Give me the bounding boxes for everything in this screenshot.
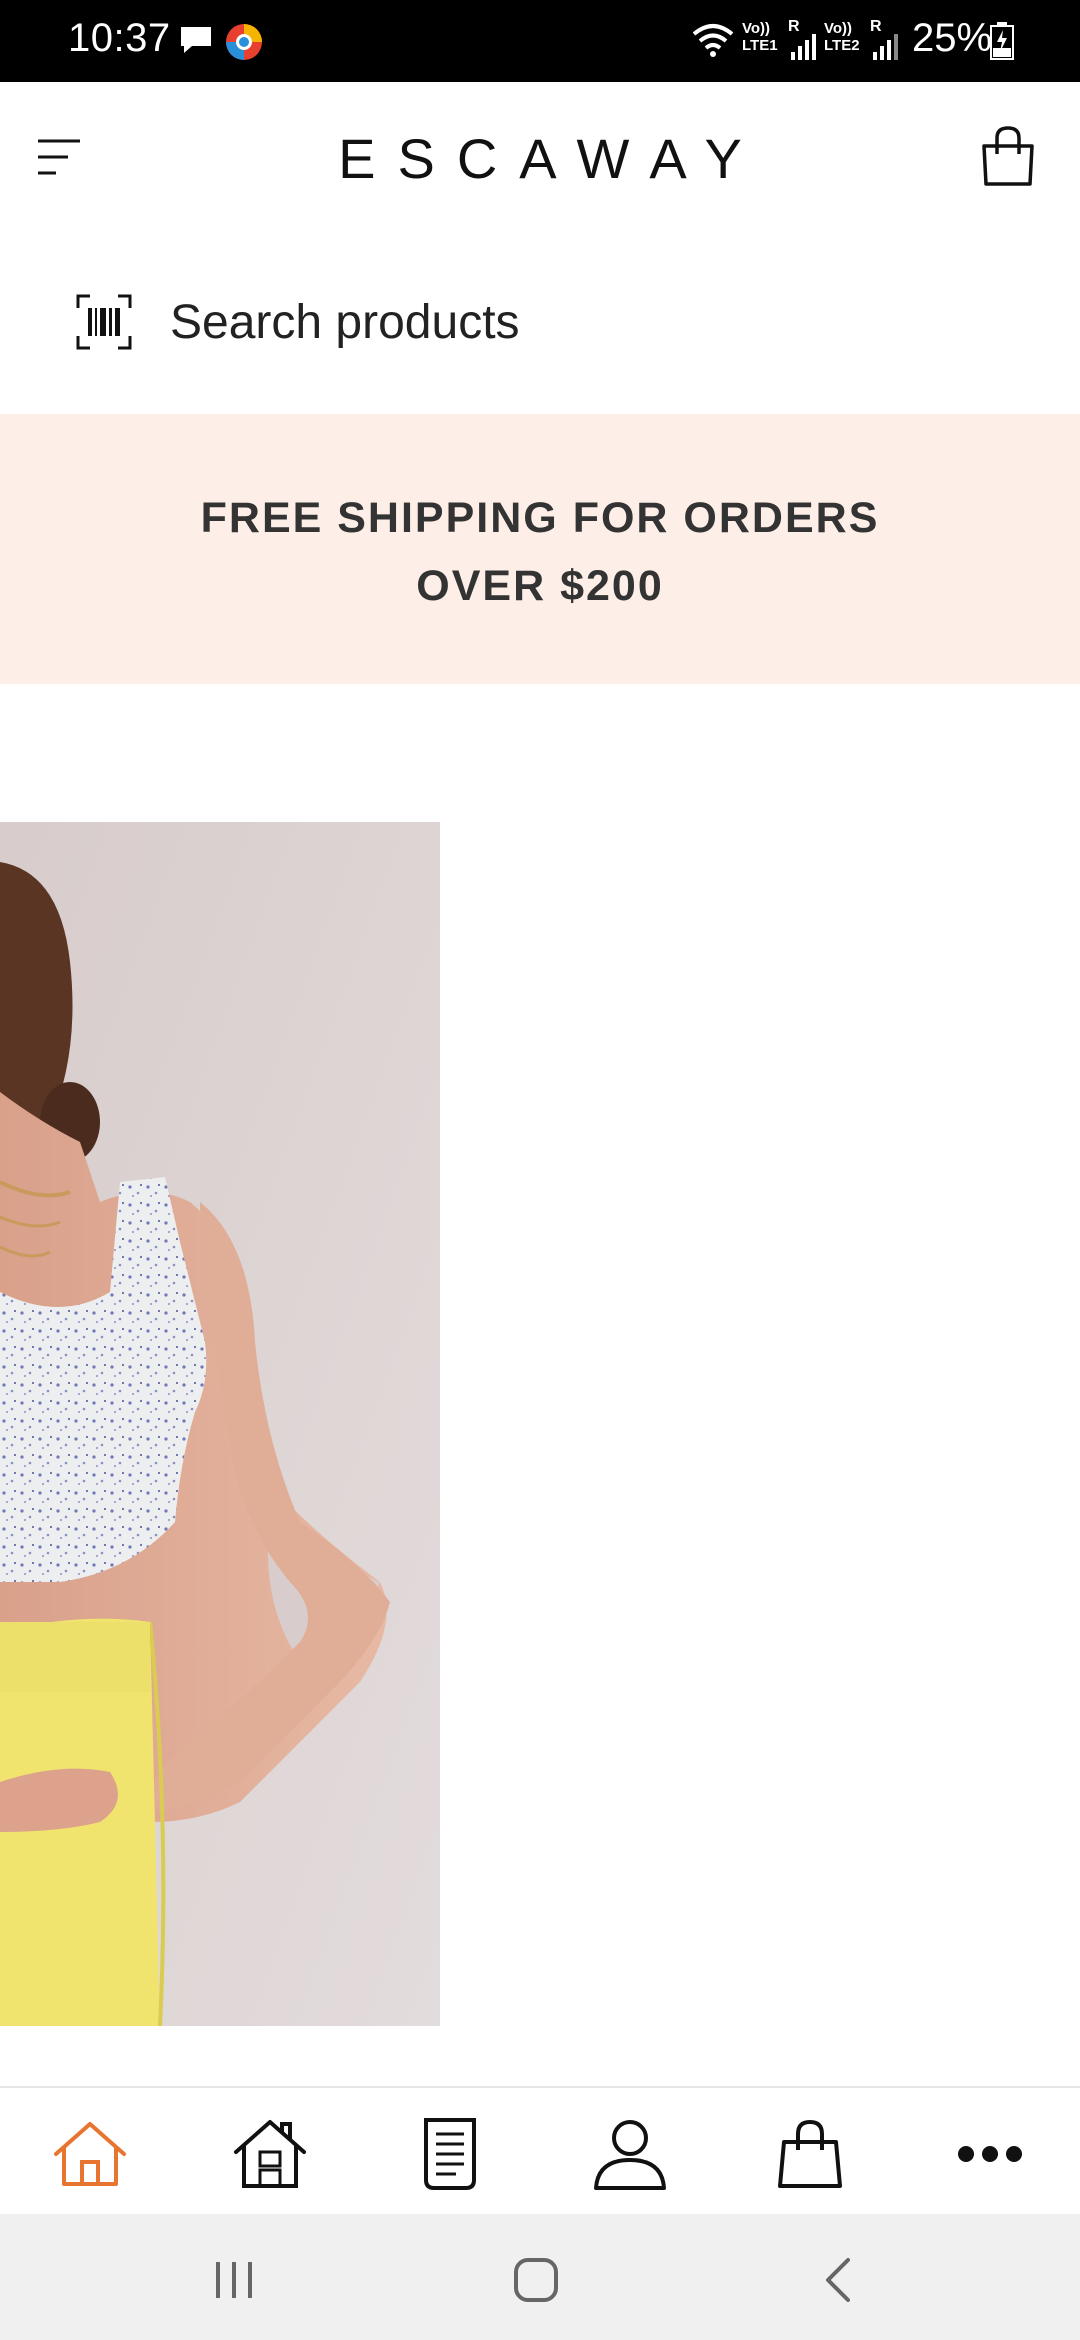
battery-percentage: 25% bbox=[912, 16, 993, 60]
banner-line-1: FREE SHIPPING FOR ORDERS bbox=[200, 494, 880, 542]
hero-product-image[interactable] bbox=[0, 822, 440, 2026]
free-shipping-banner: FREE SHIPPING FOR ORDERS OVER $200 bbox=[0, 414, 1080, 684]
sim1-signal: Vo)) LTE1 R bbox=[742, 18, 822, 62]
banner-line-2: OVER $200 bbox=[416, 562, 664, 610]
banner-text: FREE SHIPPING FOR ORDERS OVER $200 bbox=[0, 484, 1080, 620]
search-bar bbox=[0, 232, 1080, 412]
search-input[interactable] bbox=[170, 290, 870, 354]
model-photo bbox=[0, 822, 440, 2026]
sim2-signal: Vo)) LTE2 R bbox=[824, 18, 904, 62]
app-header: ESCAWAY bbox=[0, 82, 1080, 232]
shopping-bag-icon[interactable] bbox=[978, 124, 1038, 188]
status-time: 10:37 bbox=[68, 16, 171, 60]
user-profile-icon[interactable] bbox=[590, 2116, 670, 2192]
more-dots-icon[interactable] bbox=[950, 2116, 1030, 2192]
battery-charging-icon bbox=[990, 22, 1014, 60]
back-icon[interactable] bbox=[810, 2250, 870, 2310]
recent-apps-icon[interactable] bbox=[204, 2250, 264, 2310]
signal-bars-icon bbox=[873, 34, 898, 60]
sim1-label: Vo)) LTE1 bbox=[742, 20, 778, 54]
store-house-icon[interactable] bbox=[230, 2116, 310, 2192]
bottom-navigation bbox=[0, 2086, 1080, 2214]
wifi-icon bbox=[692, 24, 734, 57]
status-bar: 10:37 Vo)) LTE1 R Vo)) LTE2 R 25% bbox=[0, 0, 1080, 82]
sim2-label: Vo)) LTE2 bbox=[824, 20, 860, 54]
document-list-icon[interactable] bbox=[410, 2116, 490, 2192]
barcode-scan-icon[interactable] bbox=[76, 294, 132, 350]
brand-logo[interactable]: ESCAWAY bbox=[0, 126, 1080, 191]
signal-bars-icon bbox=[791, 34, 816, 60]
system-navigation-bar bbox=[0, 2214, 1080, 2340]
home-button-icon[interactable] bbox=[506, 2250, 566, 2310]
app-notification-icon bbox=[226, 24, 262, 60]
shopping-bag-icon[interactable] bbox=[770, 2116, 850, 2192]
message-notification-icon bbox=[181, 27, 211, 53]
home-outline-icon[interactable] bbox=[50, 2116, 130, 2192]
